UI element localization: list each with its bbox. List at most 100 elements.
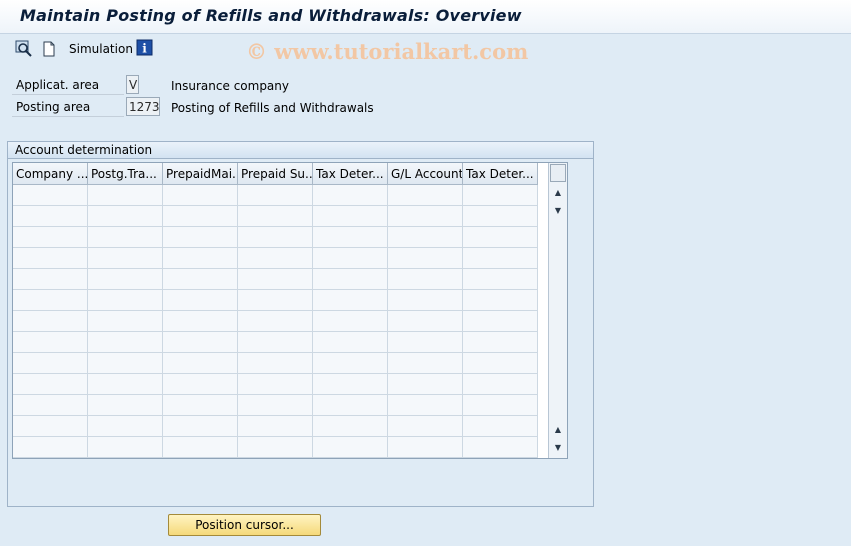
table-cell[interactable] <box>163 185 238 206</box>
table-cell[interactable] <box>388 332 463 353</box>
table-cell[interactable] <box>163 311 238 332</box>
table-cell[interactable] <box>463 395 538 416</box>
column-header-tax-determination-2[interactable]: Tax Deter... <box>463 163 538 185</box>
simulation-button[interactable]: Simulation <box>69 42 133 56</box>
table-cell[interactable] <box>463 248 538 269</box>
column-header-gl-account[interactable]: G/L Account <box>388 163 463 185</box>
table-cell[interactable] <box>13 353 88 374</box>
table-cell[interactable] <box>313 311 388 332</box>
table-cell[interactable] <box>313 227 388 248</box>
table-cell[interactable] <box>88 437 163 458</box>
table-cell[interactable] <box>13 395 88 416</box>
posting-area-field[interactable]: 1273 <box>126 97 160 116</box>
table-cell[interactable] <box>163 374 238 395</box>
table-cell[interactable] <box>313 374 388 395</box>
table-cell[interactable] <box>238 353 313 374</box>
table-cell[interactable] <box>388 290 463 311</box>
column-header-prepaid-main[interactable]: PrepaidMai... <box>163 163 238 185</box>
table-cell[interactable] <box>388 374 463 395</box>
table-cell[interactable] <box>238 395 313 416</box>
column-header-posting-transaction[interactable]: Postg.Tra... <box>88 163 163 185</box>
table-cell[interactable] <box>238 290 313 311</box>
table-cell[interactable] <box>313 248 388 269</box>
application-area-field[interactable]: V <box>126 75 139 94</box>
column-settings-icon[interactable] <box>550 164 566 182</box>
table-cell[interactable] <box>463 332 538 353</box>
table-cell[interactable] <box>388 416 463 437</box>
column-header-prepaid-sub[interactable]: Prepaid Su... <box>238 163 313 185</box>
table-cell[interactable] <box>463 416 538 437</box>
table-cell[interactable] <box>13 437 88 458</box>
table-cell[interactable] <box>163 206 238 227</box>
table-cell[interactable] <box>163 269 238 290</box>
table-cell[interactable] <box>313 269 388 290</box>
table-cell[interactable] <box>388 395 463 416</box>
table-cell[interactable] <box>388 311 463 332</box>
table-cell[interactable] <box>163 353 238 374</box>
table-cell[interactable] <box>13 416 88 437</box>
table-cell[interactable] <box>163 416 238 437</box>
table-cell[interactable] <box>88 227 163 248</box>
table-cell[interactable] <box>88 185 163 206</box>
table-cell[interactable] <box>463 227 538 248</box>
table-cell[interactable] <box>388 248 463 269</box>
table-cell[interactable] <box>238 437 313 458</box>
scroll-page-down-icon[interactable]: ▼ <box>550 440 566 456</box>
table-cell[interactable] <box>238 248 313 269</box>
table-cell[interactable] <box>13 227 88 248</box>
table-cell[interactable] <box>163 395 238 416</box>
new-document-icon[interactable] <box>40 40 58 58</box>
table-cell[interactable] <box>463 290 538 311</box>
table-cell[interactable] <box>13 374 88 395</box>
table-cell[interactable] <box>238 185 313 206</box>
table-cell[interactable] <box>13 269 88 290</box>
table-cell[interactable] <box>463 311 538 332</box>
table-cell[interactable] <box>313 416 388 437</box>
table-cell[interactable] <box>88 311 163 332</box>
vertical-scrollbar[interactable]: ▲ ▼ ▲ ▼ <box>548 163 567 458</box>
table-cell[interactable] <box>388 227 463 248</box>
table-cell[interactable] <box>238 332 313 353</box>
table-cell[interactable] <box>13 311 88 332</box>
table-cell[interactable] <box>163 437 238 458</box>
table-cell[interactable] <box>388 353 463 374</box>
table-cell[interactable] <box>463 374 538 395</box>
table-cell[interactable] <box>313 437 388 458</box>
table-cell[interactable] <box>463 353 538 374</box>
table-cell[interactable] <box>88 353 163 374</box>
table-cell[interactable] <box>313 332 388 353</box>
table-cell[interactable] <box>88 269 163 290</box>
column-header-tax-determination-1[interactable]: Tax Deter... <box>313 163 388 185</box>
scroll-down-icon[interactable]: ▲ <box>550 422 566 438</box>
table-cell[interactable] <box>13 206 88 227</box>
table-cell[interactable] <box>13 290 88 311</box>
table-cell[interactable] <box>388 206 463 227</box>
table-cell[interactable] <box>238 227 313 248</box>
scroll-up-icon[interactable]: ▼ <box>550 203 566 219</box>
table-cell[interactable] <box>238 269 313 290</box>
table-cell[interactable] <box>388 269 463 290</box>
table-cell[interactable] <box>238 416 313 437</box>
table-cell[interactable] <box>88 416 163 437</box>
table-cell[interactable] <box>463 437 538 458</box>
table-cell[interactable] <box>313 206 388 227</box>
table-cell[interactable] <box>163 332 238 353</box>
table-cell[interactable] <box>313 395 388 416</box>
table-cell[interactable] <box>388 437 463 458</box>
info-icon[interactable]: i <box>136 39 154 57</box>
position-cursor-button[interactable]: Position cursor... <box>168 514 321 536</box>
table-cell[interactable] <box>463 269 538 290</box>
table-cell[interactable] <box>13 332 88 353</box>
table-cell[interactable] <box>88 290 163 311</box>
table-cell[interactable] <box>238 206 313 227</box>
table-cell[interactable] <box>163 227 238 248</box>
table-cell[interactable] <box>88 206 163 227</box>
table-cell[interactable] <box>88 332 163 353</box>
display-icon[interactable] <box>15 40 33 58</box>
table-cell[interactable] <box>238 374 313 395</box>
table-cell[interactable] <box>388 185 463 206</box>
table-cell[interactable] <box>163 248 238 269</box>
table-cell[interactable] <box>313 290 388 311</box>
table-cell[interactable] <box>313 185 388 206</box>
column-header-company[interactable]: Company ... <box>13 163 88 185</box>
